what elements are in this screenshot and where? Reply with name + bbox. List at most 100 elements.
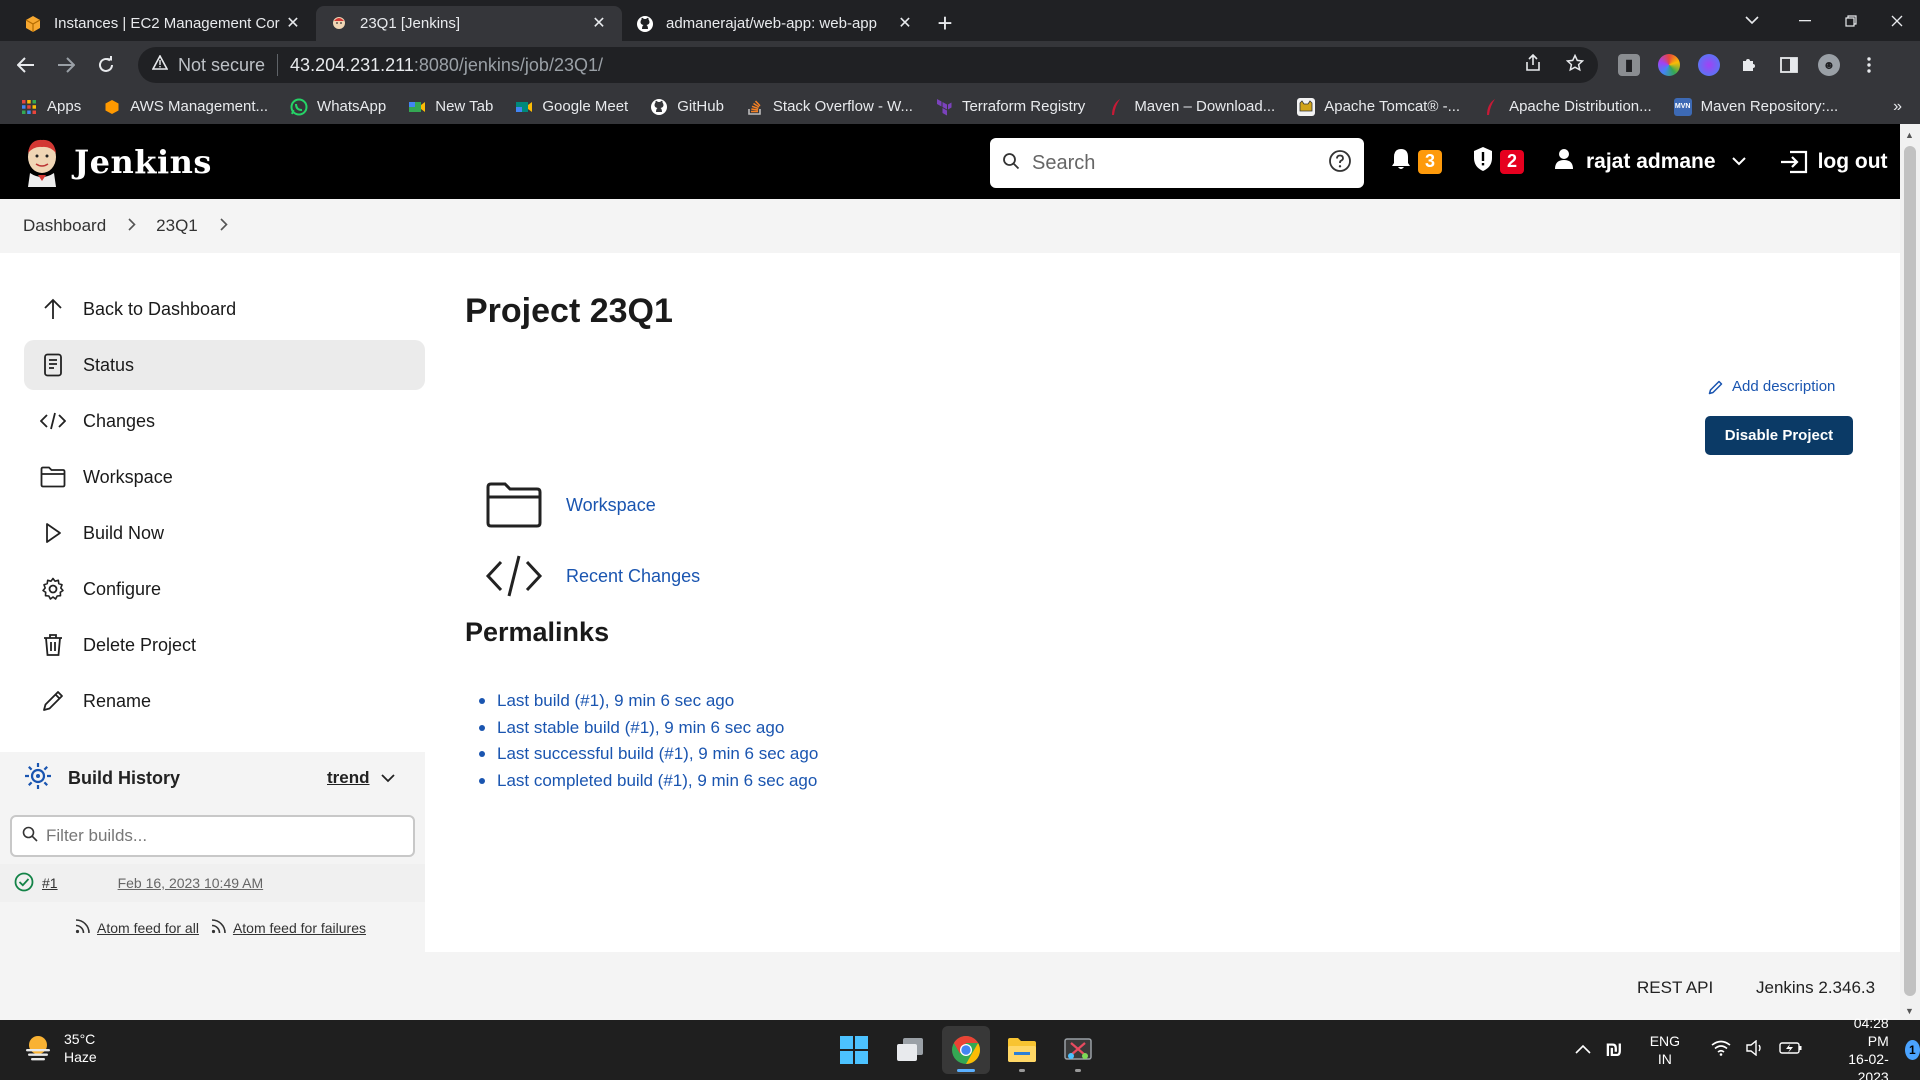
bookmark-label: New Tab (435, 98, 494, 115)
bookmark-new-tab[interactable]: New Tab (408, 98, 493, 116)
trend-link[interactable]: trend (327, 768, 370, 788)
forward-arrow-icon[interactable] (46, 45, 86, 85)
bookmark-maven-repository[interactable]: MVN Maven Repository:... (1673, 97, 1838, 116)
chevron-up-icon[interactable] (1575, 1041, 1591, 1059)
task-status[interactable]: Status (24, 340, 425, 390)
task-view-button[interactable] (886, 1026, 934, 1074)
bookmark-maven[interactable]: Maven – Download... (1107, 98, 1275, 116)
extension-app-icon[interactable]: ▮ (1618, 54, 1640, 76)
close-window-icon[interactable] (1874, 0, 1920, 41)
permalink-last-stable-build[interactable]: Last stable build (#1), 9 min 6 sec ago (497, 715, 818, 742)
add-description-link[interactable]: Add description (1708, 378, 1835, 395)
extension-firefox-icon[interactable] (1698, 54, 1720, 76)
jenkins-search-box[interactable] (990, 138, 1364, 188)
close-icon[interactable]: ✕ (284, 15, 302, 33)
bookmark-tomcat[interactable]: Apache Tomcat® -... (1297, 97, 1460, 116)
battery-icon[interactable] (1779, 1041, 1803, 1060)
warning-triangle-icon[interactable] (151, 54, 169, 75)
back-arrow-icon[interactable] (6, 45, 46, 85)
notifications-button[interactable]: 3 (1390, 147, 1442, 176)
scroll-up-icon[interactable]: ▲ (1905, 130, 1914, 140)
permalink-last-build[interactable]: Last build (#1), 9 min 6 sec ago (497, 688, 818, 715)
restore-icon[interactable] (1828, 0, 1874, 41)
side-panel-icon[interactable] (1778, 54, 1800, 76)
help-circle-icon[interactable] (1328, 149, 1352, 178)
disable-project-button[interactable]: Disable Project (1705, 416, 1853, 455)
build-date-link[interactable]: Feb 16, 2023 10:49 AM (118, 875, 264, 891)
browser-tab-ec2[interactable]: Instances | EC2 Management Cor ✕ (10, 6, 316, 41)
user-menu[interactable]: rajat admane (1554, 148, 1746, 176)
chevron-right-icon[interactable] (220, 218, 228, 234)
browser-tab-github[interactable]: admanerajat/web-app: web-app ✕ (622, 6, 928, 41)
chevron-down-icon[interactable] (1731, 153, 1746, 171)
start-button[interactable] (830, 1026, 878, 1074)
atom-feed-all-link[interactable]: Atom feed for all (75, 918, 199, 937)
extensions-puzzle-icon[interactable] (1738, 54, 1760, 76)
atom-feed-failures-link[interactable]: Atom feed for failures (211, 918, 366, 937)
page-scrollbar[interactable]: ▲ ▼ (1900, 124, 1920, 1020)
weather-widget[interactable]: 35°C Haze (22, 1030, 97, 1066)
address-bar[interactable]: Not secure 43.204.231.211:8080/jenkins/j… (138, 47, 1598, 83)
permalink-last-completed-build[interactable]: Last completed build (#1), 9 min 6 sec a… (497, 768, 818, 795)
bookmark-stackoverflow[interactable]: Stack Overflow - W... (746, 98, 913, 116)
rest-api-link[interactable]: REST API (1637, 978, 1713, 998)
tray-app-icon[interactable]: ₪ (1605, 1039, 1623, 1062)
bookmark-star-icon[interactable] (1565, 53, 1585, 77)
taskbar-file-explorer[interactable] (998, 1026, 1046, 1074)
build-row[interactable]: #1 Feb 16, 2023 10:49 AM (0, 864, 425, 902)
task-changes[interactable]: Changes (24, 396, 425, 446)
share-icon[interactable] (1524, 53, 1542, 77)
notification-count-badge[interactable]: 1 (1904, 1040, 1920, 1060)
search-input[interactable] (1032, 151, 1328, 175)
recent-changes-link[interactable]: Recent Changes (484, 550, 700, 602)
jenkins-logo[interactable]: Jenkins (22, 137, 212, 187)
security-status[interactable]: Not secure (178, 55, 265, 76)
scroll-down-icon[interactable]: ▼ (1905, 1006, 1914, 1016)
logout-link[interactable]: log out (1780, 150, 1888, 174)
system-clock[interactable]: 04:28 PM 16-02-2023 (1834, 1014, 1888, 1080)
task-workspace[interactable]: Workspace (24, 452, 425, 502)
jenkins-version-link[interactable]: Jenkins 2.346.3 (1756, 978, 1875, 998)
recent-changes-label[interactable]: Recent Changes (566, 566, 700, 587)
bookmark-terraform[interactable]: Terraform Registry (935, 98, 1085, 116)
bookmark-github[interactable]: GitHub (650, 98, 724, 116)
task-build-now[interactable]: Build Now (24, 508, 425, 558)
bookmark-google-meet[interactable]: Google Meet (515, 98, 628, 116)
breadcrumb-project[interactable]: 23Q1 (156, 216, 198, 236)
language-indicator[interactable]: ENG IN (1650, 1032, 1680, 1068)
chevron-right-icon[interactable] (128, 218, 136, 234)
close-icon[interactable]: ✕ (896, 15, 914, 33)
permalink-last-successful-build[interactable]: Last successful build (#1), 9 min 6 sec … (497, 741, 818, 768)
minimize-icon[interactable] (1782, 0, 1828, 41)
task-back-to-dashboard[interactable]: Back to Dashboard (24, 284, 425, 334)
filter-builds-box[interactable] (10, 815, 415, 857)
security-monitor-button[interactable]: 2 (1472, 146, 1524, 177)
task-delete-project[interactable]: Delete Project (24, 620, 425, 670)
scrollbar-thumb[interactable] (1904, 146, 1916, 996)
workspace-link[interactable]: Workspace (484, 479, 656, 531)
bookmark-whatsapp[interactable]: WhatsApp (290, 98, 386, 116)
new-tab-button[interactable]: + (928, 6, 962, 41)
taskbar-chrome[interactable] (942, 1026, 990, 1074)
breadcrumb-dashboard[interactable]: Dashboard (23, 216, 106, 236)
task-rename[interactable]: Rename (24, 676, 425, 726)
wifi-icon[interactable] (1711, 1040, 1731, 1061)
bookmark-apache-distribution[interactable]: Apache Distribution... (1482, 98, 1652, 116)
build-number-link[interactable]: #1 (42, 875, 58, 891)
reload-icon[interactable] (86, 45, 126, 85)
workspace-link-label[interactable]: Workspace (566, 495, 656, 516)
bookmark-aws[interactable]: AWS Management... (103, 98, 268, 116)
double-chevron-right-icon[interactable]: » (1893, 98, 1902, 116)
taskbar-snipping-tool[interactable] (1054, 1026, 1102, 1074)
browser-tab-jenkins[interactable]: 23Q1 [Jenkins] ✕ (316, 6, 622, 41)
chevron-down-icon[interactable] (381, 770, 395, 786)
close-icon[interactable]: ✕ (590, 15, 608, 33)
task-configure[interactable]: Configure (24, 564, 425, 614)
chrome-menu-icon[interactable] (1858, 54, 1880, 76)
volume-icon[interactable] (1745, 1039, 1765, 1061)
bookmark-apps[interactable]: Apps (20, 98, 81, 116)
extension-color-icon[interactable] (1658, 54, 1680, 76)
tab-search-icon[interactable] (1722, 0, 1782, 41)
profile-avatar[interactable]: ☻ (1818, 54, 1840, 76)
filter-builds-input[interactable] (46, 826, 413, 846)
